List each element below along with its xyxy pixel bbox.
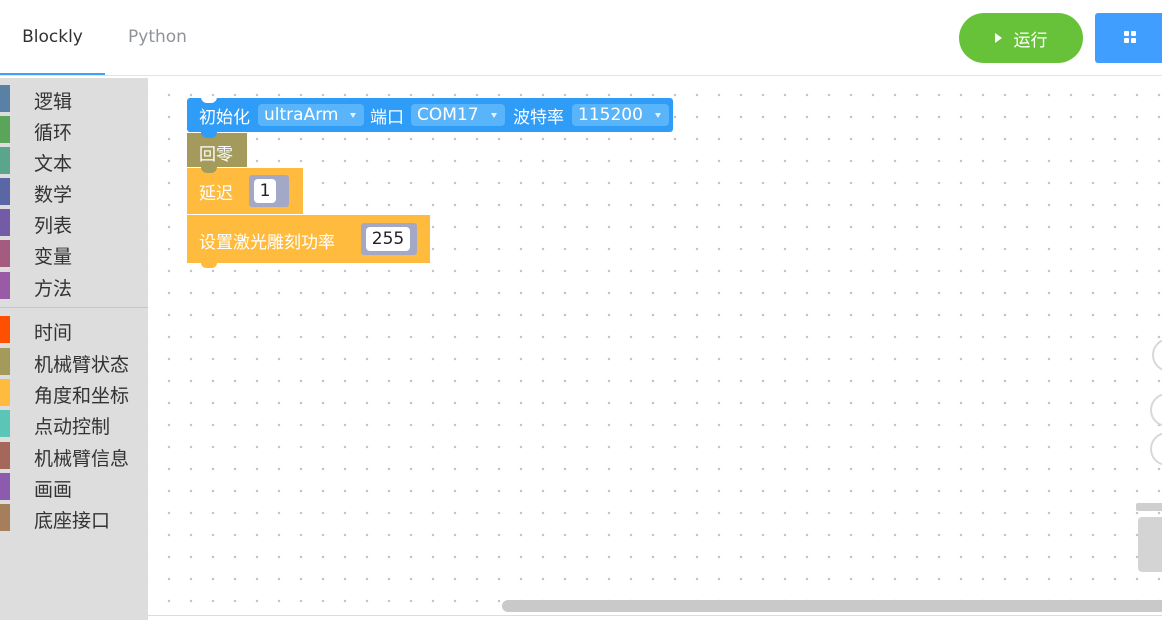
category-color-swatch <box>0 240 10 267</box>
category-label: 逻辑 <box>34 91 73 113</box>
category-color-swatch <box>0 209 10 236</box>
init-block[interactable]: 初始化 ultraArm 端口 COM17 波特率 115200 <box>187 97 673 132</box>
category-label: 循环 <box>34 122 73 144</box>
toolbox-separator <box>0 307 148 308</box>
block-workspace[interactable] <box>148 78 1162 615</box>
tab-python[interactable]: Python <box>105 0 210 76</box>
toolbox-category-variables[interactable]: 变量 <box>0 238 148 268</box>
category-label: 列表 <box>34 215 73 237</box>
dropdown-arrow-icon <box>654 113 661 118</box>
laser-power-block[interactable]: 设置激光雕刻功率 255 <box>187 215 430 268</box>
toolbox-category-logic[interactable]: 逻辑 <box>0 83 148 113</box>
toolbox-category-text[interactable]: 文本 <box>0 145 148 175</box>
category-color-swatch <box>0 316 10 343</box>
block-notch <box>201 167 217 173</box>
category-color-swatch <box>0 348 10 375</box>
category-color-swatch <box>0 272 10 299</box>
toolbox: 逻辑 循环 文本 数学 列表 变量 方法 时间 机械臂状态 角度和坐标 点动控制 <box>0 78 148 620</box>
category-color-swatch <box>0 147 10 174</box>
workspace-bottom-border <box>148 615 1162 616</box>
toolbox-category-arm-info[interactable]: 机械臂信息 <box>0 440 148 470</box>
category-color-swatch <box>0 410 10 437</box>
trash-bin <box>1138 517 1162 572</box>
tab-blockly[interactable]: Blockly <box>0 0 105 76</box>
trash-lid <box>1136 503 1162 511</box>
home-block-label: 回零 <box>199 145 233 165</box>
active-tab-indicator <box>0 73 105 75</box>
category-color-swatch <box>0 442 10 469</box>
dropdown-arrow-icon <box>490 113 497 118</box>
category-color-swatch <box>0 473 10 500</box>
delay-input-slot: 1 <box>249 175 289 207</box>
laser-power-block-label: 设置激光雕刻功率 <box>199 233 335 253</box>
toolbox-category-base-interface[interactable]: 底座接口 <box>0 502 148 532</box>
category-label: 点动控制 <box>34 416 111 438</box>
delay-block-label: 延迟 <box>199 184 233 204</box>
category-label: 机械臂状态 <box>34 354 130 376</box>
baud-dropdown-value: 115200 <box>578 105 643 125</box>
device-dropdown[interactable]: ultraArm <box>258 104 365 126</box>
toolbox-category-drawing[interactable]: 画画 <box>0 471 148 501</box>
port-dropdown[interactable]: COM17 <box>411 104 505 126</box>
block-notch <box>201 263 217 268</box>
toolbox-category-lists[interactable]: 列表 <box>0 207 148 237</box>
laser-power-input-slot: 255 <box>361 223 417 255</box>
category-label: 文本 <box>34 153 73 175</box>
dropdown-arrow-icon <box>350 113 357 118</box>
delay-value-field[interactable]: 1 <box>254 179 276 203</box>
category-label: 变量 <box>34 246 73 268</box>
run-button[interactable]: 运行 <box>959 13 1083 63</box>
top-bar: Blockly Python 运行 <box>0 0 1162 76</box>
toolbox-category-arm-status[interactable]: 机械臂状态 <box>0 346 148 376</box>
category-label: 时间 <box>34 322 73 344</box>
grid-icon <box>1124 31 1137 44</box>
port-dropdown-value: COM17 <box>417 105 479 125</box>
device-dropdown-value: ultraArm <box>264 105 339 125</box>
port-label: 端口 <box>370 108 404 128</box>
menu-grid-button[interactable] <box>1095 13 1162 63</box>
horizontal-scrollbar[interactable] <box>502 600 1162 612</box>
category-label: 角度和坐标 <box>34 385 130 407</box>
trash-icon[interactable] <box>1136 503 1162 573</box>
category-label: 机械臂信息 <box>34 448 130 470</box>
run-button-label: 运行 <box>1013 30 1048 51</box>
init-block-label: 初始化 <box>199 108 250 128</box>
category-label: 画画 <box>34 479 73 501</box>
block-notch <box>201 132 217 138</box>
category-label: 底座接口 <box>34 510 111 532</box>
laser-power-value-field[interactable]: 255 <box>366 227 410 251</box>
category-color-swatch <box>0 178 10 205</box>
category-color-swatch <box>0 504 10 531</box>
category-label: 方法 <box>34 278 73 300</box>
baud-label: 波特率 <box>513 108 564 128</box>
toolbox-category-math[interactable]: 数学 <box>0 176 148 206</box>
category-color-swatch <box>0 379 10 406</box>
baud-dropdown[interactable]: 115200 <box>572 104 669 126</box>
toolbox-category-functions[interactable]: 方法 <box>0 270 148 300</box>
toolbox-category-loops[interactable]: 循环 <box>0 114 148 144</box>
category-color-swatch <box>0 116 10 143</box>
play-icon <box>994 33 1002 43</box>
delay-block[interactable]: 延迟 1 <box>187 167 303 214</box>
toolbox-category-angles-coords[interactable]: 角度和坐标 <box>0 377 148 407</box>
toolbox-category-jog-control[interactable]: 点动控制 <box>0 408 148 438</box>
category-label: 数学 <box>34 184 73 206</box>
home-block[interactable]: 回零 <box>187 132 247 167</box>
toolbox-category-time[interactable]: 时间 <box>0 314 148 344</box>
category-color-swatch <box>0 85 10 112</box>
